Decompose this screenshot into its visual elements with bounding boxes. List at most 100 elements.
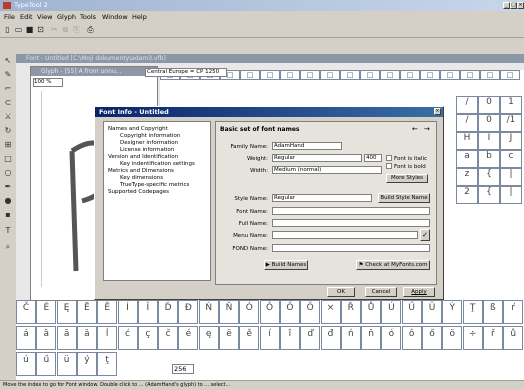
tree-item[interactable]: Designer information: [120, 140, 178, 146]
glyph-cell[interactable]: Ę: [56, 300, 77, 324]
glyph-cell[interactable]: H: [456, 132, 478, 150]
glyph-cell[interactable]: ę: [198, 326, 219, 350]
family-name-input[interactable]: AdamHand: [272, 142, 342, 150]
ok-button[interactable]: OK: [327, 287, 355, 297]
glyph-cell[interactable]: í: [259, 326, 280, 350]
glyph-cell[interactable]: ű: [36, 352, 57, 376]
glyph-cell[interactable]: ç: [137, 326, 158, 350]
glyph-cell[interactable]: □: [240, 70, 260, 80]
glyph-cell[interactable]: /1: [500, 114, 522, 132]
check-myfonts-button[interactable]: ⚑ Check at MyFonts.com: [356, 260, 430, 270]
rotate-tool-icon[interactable]: ↻: [3, 126, 13, 136]
prev-arrow-icon[interactable]: ←: [412, 125, 418, 133]
glyph-cell[interactable]: Ń: [198, 300, 219, 324]
glyph-cell[interactable]: ë: [219, 326, 239, 350]
glyph-cell[interactable]: á: [16, 326, 36, 350]
glyph-cell[interactable]: Ě: [97, 300, 118, 324]
glyph-cell[interactable]: □: [380, 70, 400, 80]
glyph-cell[interactable]: ú: [16, 352, 36, 376]
menu-window[interactable]: Window: [102, 13, 128, 21]
glyph-cell[interactable]: Ţ: [462, 300, 483, 324]
fill-tool-icon[interactable]: ●: [3, 196, 13, 206]
glyph-cell[interactable]: Č: [16, 300, 36, 324]
menu-name-input[interactable]: [272, 231, 418, 239]
encoding-select[interactable]: Central Europe = CP 1250: [145, 68, 227, 77]
glyph-cell[interactable]: Ö: [300, 300, 321, 324]
menu-tools[interactable]: Tools: [80, 13, 96, 21]
properties-icon[interactable]: ⊡: [36, 25, 45, 34]
glyph-cell[interactable]: /: [456, 96, 478, 114]
glyph-cell[interactable]: ć: [117, 326, 138, 350]
glyph-cell[interactable]: Ú: [381, 300, 402, 324]
glyph-cell[interactable]: □: [420, 70, 440, 80]
glyph-cell[interactable]: □: [480, 70, 500, 80]
glyph-cell[interactable]: Í: [117, 300, 138, 324]
glyph-cell[interactable]: Ý: [442, 300, 463, 324]
edit-tool-icon[interactable]: ✎: [3, 70, 13, 80]
glyph-cell[interactable]: I: [478, 132, 500, 150]
glyph-cell[interactable]: â: [36, 326, 57, 350]
glyph-cell[interactable]: Ř: [340, 300, 361, 324]
contour-tool-icon[interactable]: ⊂: [3, 98, 13, 108]
tree-item[interactable]: Names and Copyright: [108, 126, 168, 132]
rect-tool-icon[interactable]: □: [3, 154, 13, 164]
glyph-cell[interactable]: Đ: [178, 300, 199, 324]
tree-item[interactable]: License information: [120, 147, 174, 153]
tree-item[interactable]: TrueType-specific metrics: [120, 182, 189, 188]
glyph-cell[interactable]: Ü: [422, 300, 442, 324]
glyph-cell[interactable]: 2: [456, 186, 478, 204]
tree-item[interactable]: Metrics and Dimensions: [108, 168, 174, 174]
tree-item[interactable]: Version and Identification: [108, 154, 178, 160]
glyph-cell[interactable]: □: [360, 70, 380, 80]
glyph-cell[interactable]: z: [456, 168, 478, 186]
menu-file[interactable]: File: [4, 13, 15, 21]
glyph-cell[interactable]: ý: [76, 352, 97, 376]
width-select[interactable]: Medium (normal): [272, 166, 382, 174]
glyph-cell[interactable]: đ: [320, 326, 341, 350]
tree-item[interactable]: Supported Codepages: [108, 189, 169, 195]
glyph-cell[interactable]: Ď: [158, 300, 179, 324]
fond-name-input[interactable]: [272, 244, 430, 252]
glyph-cell[interactable]: ×: [320, 300, 341, 324]
glyph-cell[interactable]: ů: [503, 326, 524, 350]
minimize-icon[interactable]: _: [503, 2, 510, 9]
pen-tool-icon[interactable]: ✒: [3, 182, 13, 192]
menu-help[interactable]: Help: [132, 13, 147, 21]
glyph-cell[interactable]: ö: [442, 326, 463, 350]
scale-tool-icon[interactable]: ⊞: [3, 140, 13, 150]
glyph-cell[interactable]: Ő: [279, 300, 300, 324]
glyph-cell[interactable]: □: [440, 70, 460, 80]
glyph-cell[interactable]: ĺ: [97, 326, 118, 350]
checkmark-icon[interactable]: ✓: [420, 229, 430, 241]
italic-checkbox[interactable]: [386, 155, 392, 161]
glyph-cell[interactable]: ß: [482, 300, 503, 324]
node-tool-icon[interactable]: ⌐: [3, 84, 13, 94]
glyph-cell[interactable]: ň: [361, 326, 382, 350]
glyph-cell[interactable]: Ű: [401, 300, 422, 324]
glyph-cell[interactable]: ă: [56, 326, 77, 350]
dialog-close-icon[interactable]: ×: [434, 108, 441, 115]
save-icon[interactable]: ■: [25, 25, 34, 34]
glyph-cell[interactable]: □: [260, 70, 280, 80]
glyph-cell[interactable]: b: [478, 150, 500, 168]
glyph-cell[interactable]: /: [456, 114, 478, 132]
glyph-cell[interactable]: □: [460, 70, 480, 80]
weight-number[interactable]: 400: [364, 154, 382, 162]
measure-tool-icon[interactable]: ▪: [3, 210, 13, 220]
new-file-icon[interactable]: ▯: [3, 25, 12, 34]
weight-select[interactable]: Regular: [272, 154, 362, 162]
build-style-name-button[interactable]: Build Style Name: [378, 193, 430, 203]
zoom-select[interactable]: 100 %: [33, 78, 63, 87]
glyph-cell[interactable]: ó: [381, 326, 402, 350]
maximize-icon[interactable]: □: [510, 2, 517, 9]
glyph-cell[interactable]: 0: [478, 114, 500, 132]
glyph-cell[interactable]: a: [456, 150, 478, 168]
glyph-cell[interactable]: □: [340, 70, 360, 80]
cancel-button[interactable]: Cancel: [365, 287, 397, 297]
paste-icon[interactable]: ⎘: [72, 25, 81, 34]
glyph-cell[interactable]: ő: [422, 326, 442, 350]
menu-edit[interactable]: Edit: [20, 13, 33, 21]
glyph-cell[interactable]: ä: [76, 326, 97, 350]
glyph-cell[interactable]: □: [320, 70, 340, 80]
glyph-cell[interactable]: □: [280, 70, 300, 80]
